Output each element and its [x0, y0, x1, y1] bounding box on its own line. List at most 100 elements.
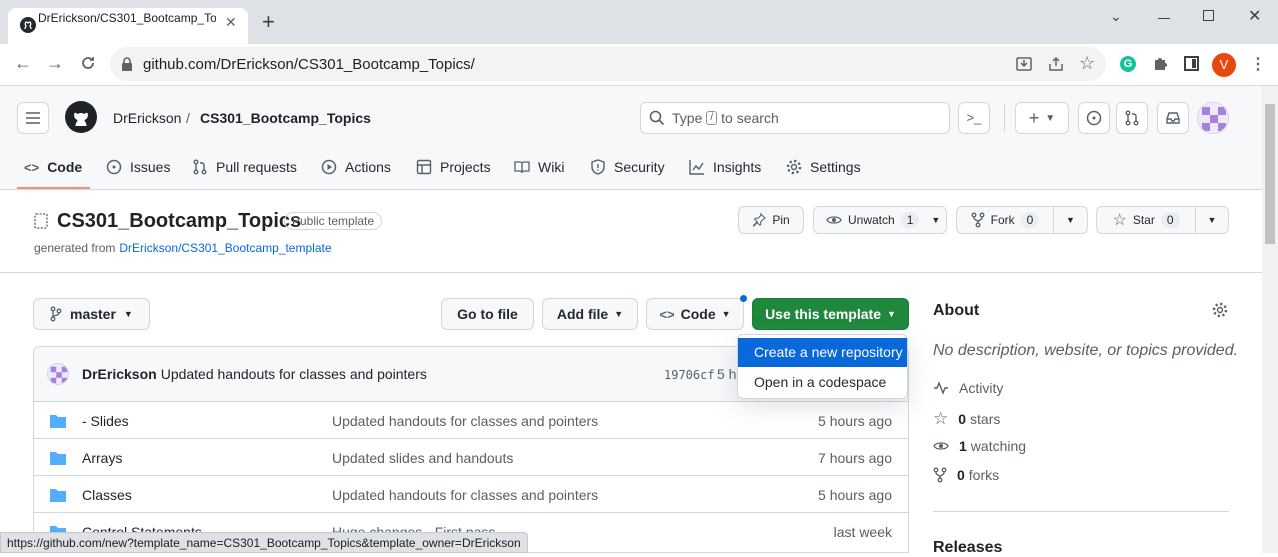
commit-author[interactable]: DrErickson [82, 366, 157, 382]
releases-heading[interactable]: Releases [933, 539, 1002, 557]
hamburger-menu-button[interactable] [17, 102, 49, 134]
create-new-button[interactable]: + ▼ [1015, 102, 1069, 134]
use-template-button[interactable]: Use this template ▼ [752, 298, 909, 330]
commit-time: 5 h [717, 366, 737, 382]
file-commit-message[interactable]: Updated slides and handouts [332, 450, 513, 466]
command-palette-button[interactable]: >_ [958, 102, 990, 134]
file-commit-message[interactable]: Updated handouts for classes and pointer… [332, 487, 598, 503]
window-close-icon[interactable]: ✕ [1248, 6, 1261, 26]
install-icon[interactable] [1016, 56, 1032, 72]
fork-icon [971, 212, 985, 228]
commit-author-avatar[interactable] [47, 363, 69, 385]
go-to-file-button[interactable]: Go to file [441, 298, 534, 330]
tab-pull-requests[interactable]: Pull requests [192, 157, 297, 177]
tab-search-icon[interactable]: ⌄ [1110, 8, 1122, 25]
stars-count: 0 [958, 411, 967, 427]
fork-label: Fork [990, 213, 1015, 227]
fork-dropdown-button[interactable]: ▼ [1053, 206, 1088, 234]
issues-header-button[interactable] [1078, 102, 1110, 134]
github-logo-icon[interactable] [65, 101, 97, 133]
template-repo-icon [34, 213, 48, 229]
tab-wiki[interactable]: Wiki [514, 157, 564, 177]
unwatch-button[interactable]: Unwatch 1 ▼ [813, 206, 947, 234]
caret-down-icon: ▼ [1207, 215, 1217, 225]
tab-security[interactable]: Security [590, 157, 665, 177]
command-palette-icon: >_ [966, 110, 982, 125]
file-name[interactable]: Arrays [82, 450, 122, 466]
chrome-menu-icon[interactable]: ⋮ [1250, 54, 1266, 74]
tab-settings[interactable]: Settings [786, 157, 861, 177]
pin-label: Pin [772, 213, 790, 227]
pulse-icon [934, 381, 948, 395]
inbox-button[interactable] [1157, 102, 1189, 134]
file-commit-message[interactable]: Updated handouts for classes and pointer… [332, 413, 598, 429]
side-panel-icon[interactable] [1184, 56, 1199, 71]
tab-close-icon[interactable]: ✕ [225, 14, 237, 31]
fork-button[interactable]: Fork 0 [956, 206, 1054, 234]
tab-wiki-label: Wiki [538, 159, 565, 175]
share-icon[interactable] [1048, 56, 1064, 72]
repo-link[interactable]: CS301_Bootcamp_Topics [200, 110, 371, 126]
status-url-bubble: https://github.com/new?template_name=CS3… [0, 532, 528, 553]
activity-label: Activity [959, 380, 1004, 396]
search-placeholder: Type / to search [672, 110, 779, 126]
back-icon[interactable]: ← [14, 53, 32, 74]
tab-projects[interactable]: Projects [416, 157, 491, 177]
maximize-icon[interactable] [1203, 10, 1214, 21]
scrollbar-thumb[interactable] [1265, 104, 1275, 244]
branch-selector[interactable]: master ▼ [33, 298, 150, 330]
activity-link[interactable]: Activity [933, 380, 1003, 396]
gear-icon [786, 159, 802, 175]
shield-icon [591, 159, 605, 175]
tab-actions[interactable]: Actions [321, 157, 391, 177]
tab-issues[interactable]: Issues [106, 157, 170, 177]
tab-code-underline [17, 187, 90, 189]
user-avatar[interactable] [1197, 102, 1229, 134]
code-dropdown-button[interactable]: <> Code ▼ [646, 298, 744, 330]
table-row[interactable]: Classes Updated handouts for classes and… [34, 475, 908, 512]
repo-title[interactable]: CS301_Bootcamp_Topics [57, 210, 301, 233]
menu-item-open-codespace[interactable]: Open in a codespace [738, 367, 907, 396]
table-row[interactable]: Arrays Updated slides and handouts 7 hou… [34, 438, 908, 475]
commit-hash[interactable]: 19706cf [664, 368, 715, 382]
caret-down-icon: ▼ [931, 215, 941, 225]
reload-icon[interactable] [80, 55, 96, 71]
new-tab-button[interactable]: + [262, 11, 275, 33]
forward-icon[interactable]: → [46, 53, 64, 74]
watching-link[interactable]: 1 watching [933, 438, 1026, 454]
grammarly-extension-icon[interactable]: G [1120, 56, 1136, 72]
stars-link[interactable]: ☆ 0 stars [933, 409, 1000, 429]
star-dropdown-button[interactable]: ▼ [1195, 206, 1229, 234]
breadcrumb-separator: / [186, 110, 190, 126]
search-icon [649, 110, 665, 126]
owner-link[interactable]: DrErickson [113, 110, 181, 126]
about-settings-gear-icon[interactable] [1212, 302, 1228, 318]
minimize-icon[interactable] [1158, 18, 1170, 19]
table-row[interactable]: - Slides Updated handouts for classes an… [34, 401, 908, 438]
add-file-button[interactable]: Add file ▼ [542, 298, 638, 330]
menu-item-create-repository[interactable]: Create a new repository [738, 338, 907, 367]
bookmark-star-icon[interactable]: ☆ [1079, 53, 1095, 74]
file-name[interactable]: - Slides [82, 413, 129, 429]
tab-insights[interactable]: Insights [689, 157, 761, 177]
tab-code-label: Code [47, 159, 83, 175]
template-source-link[interactable]: DrErickson/CS301_Bootcamp_template [119, 241, 331, 255]
star-button[interactable]: ☆ Star 0 [1096, 206, 1196, 234]
tab-pull-requests-label: Pull requests [216, 159, 297, 175]
commit-message[interactable]: Updated handouts for classes and pointer… [161, 366, 427, 382]
code-icon: <> [659, 306, 675, 322]
extensions-puzzle-icon[interactable] [1152, 56, 1168, 72]
generated-from-line: generated from DrErickson/CS301_Bootcamp… [34, 241, 332, 255]
pin-button[interactable]: Pin [738, 206, 804, 234]
profile-avatar[interactable]: V [1212, 53, 1236, 77]
forks-link[interactable]: 0 forks [933, 467, 999, 483]
pull-requests-header-button[interactable] [1116, 102, 1148, 134]
forks-label: forks [968, 467, 1000, 483]
inbox-icon [1166, 112, 1180, 124]
lock-icon[interactable] [121, 57, 133, 71]
tab-code[interactable]: <> Code [24, 157, 82, 177]
header-divider [1004, 104, 1005, 132]
url-text[interactable]: github.com/DrErickson/CS301_Bootcamp_Top… [143, 56, 475, 73]
use-template-label: Use this template [765, 306, 881, 322]
file-name[interactable]: Classes [82, 487, 132, 503]
